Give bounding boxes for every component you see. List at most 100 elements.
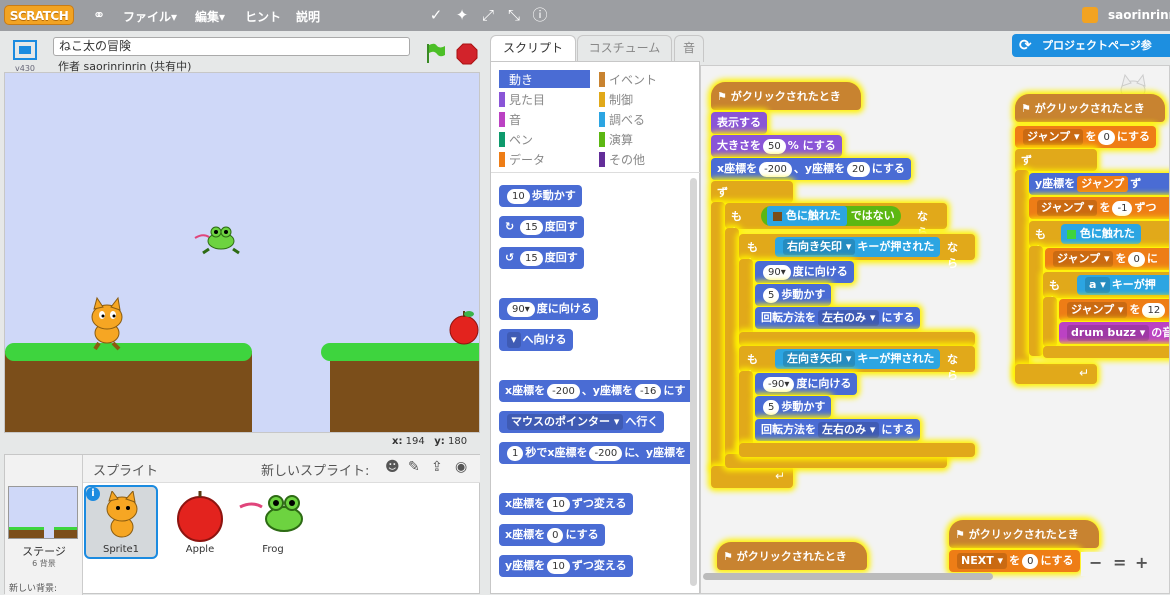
block-set-variable[interactable]: NEXT ▾ を 0 にする bbox=[949, 550, 1080, 572]
tab-scripts[interactable]: スクリプト bbox=[490, 35, 576, 62]
block-show[interactable]: 表示する bbox=[711, 112, 767, 134]
scratch-logo[interactable]: SCRATCH bbox=[4, 5, 74, 25]
new-backdrop-label: 新しい背景: bbox=[9, 584, 58, 594]
when-flag-clicked-hat[interactable]: ⚑ がクリックされたとき bbox=[717, 542, 867, 570]
globe-icon[interactable]: ⚭ bbox=[90, 6, 108, 24]
block-goto-xy[interactable]: x座標を -200 、y座標を -16 にす bbox=[499, 380, 697, 402]
grow-icon[interactable]: ⤢ bbox=[479, 6, 497, 24]
if-foot bbox=[739, 332, 975, 346]
info-icon[interactable]: i bbox=[86, 487, 100, 501]
when-flag-clicked-hat[interactable]: ⚑ がクリックされたとき bbox=[949, 520, 1099, 548]
zoom-in-icon[interactable]: + bbox=[1135, 553, 1148, 572]
help-icon[interactable]: ⓘ bbox=[531, 6, 549, 24]
when-flag-clicked-hat[interactable]: ⚑ がクリックされたとき bbox=[711, 82, 861, 110]
category-more-blocks[interactable]: その他 bbox=[599, 151, 645, 168]
category-sound[interactable]: 音 bbox=[499, 111, 521, 128]
when-flag-clicked-hat[interactable]: ⚑ がクリックされたとき bbox=[1015, 94, 1165, 122]
block-point-direction[interactable]: 90▾ 度に向ける bbox=[499, 298, 598, 320]
block-move[interactable]: 5 歩動かす bbox=[755, 284, 832, 306]
block-set-variable[interactable]: ジャンプ ▾ を 0 にする bbox=[1015, 126, 1156, 148]
green-flag-icon: ⚑ bbox=[955, 528, 965, 541]
stamp-icon[interactable]: ✓ bbox=[427, 6, 445, 24]
block-palette: 動き イベント 見た目 制御 音 調べる ペン 演算 データ その他 10 歩動か… bbox=[490, 61, 701, 594]
about-menu[interactable]: 説明 bbox=[296, 8, 320, 25]
block-point-towards[interactable]: ▾ へ向ける bbox=[499, 329, 573, 351]
sprite-pane: ステージ 6 背景 新しい背景: スプライト 新しいスプライト: ☻ ✎ ⇪ ◉… bbox=[4, 454, 480, 595]
stop-icon[interactable] bbox=[456, 43, 478, 68]
sprite-library-icon[interactable]: ☻ bbox=[385, 459, 400, 475]
upload-sprite-icon[interactable]: ⇪ bbox=[431, 459, 443, 475]
block-set-x[interactable]: x座標を 0 にする bbox=[499, 524, 605, 546]
category-control[interactable]: 制御 bbox=[599, 91, 633, 108]
scissors-icon[interactable]: ✦ bbox=[453, 6, 471, 24]
divider bbox=[491, 172, 701, 173]
scripts-h-scrollbar[interactable] bbox=[703, 573, 993, 580]
username[interactable]: saorinrinrin bbox=[1108, 8, 1170, 22]
y-coord-value: 180 bbox=[448, 436, 468, 447]
key-pressed-sensor[interactable]: 右向き矢印 ▾ キーが押された bbox=[775, 237, 941, 257]
block-move[interactable]: 5 歩動かす bbox=[755, 396, 832, 418]
block-change-y[interactable]: y座標を 10 ずつ変える bbox=[499, 555, 633, 577]
block-set-variable[interactable]: ジャンプ ▾ を 12 bbox=[1059, 299, 1169, 321]
block-change-x[interactable]: x座標を 10 ずつ変える bbox=[499, 493, 633, 515]
block-turn-left[interactable]: ↺ 15 度回す bbox=[499, 247, 584, 269]
camera-icon[interactable]: ◉ bbox=[455, 459, 467, 475]
sprite-name: Apple bbox=[185, 544, 215, 555]
edit-menu[interactable]: 編集▾ bbox=[195, 8, 225, 25]
if-foot bbox=[1043, 346, 1169, 358]
category-motion[interactable]: 動き bbox=[499, 71, 533, 88]
block-goto[interactable]: マウスのポインター ▾ へ行く bbox=[499, 411, 665, 433]
tab-sounds[interactable]: 音 bbox=[674, 35, 704, 62]
sprite-thumb-apple[interactable]: Apple bbox=[165, 487, 235, 557]
stage-canvas[interactable] bbox=[4, 72, 480, 433]
block-glide[interactable]: 1 秒でx座標を -200 に、y座標を bbox=[499, 442, 697, 464]
block-goto-xy[interactable]: x座標を -200 、y座標を 20 にする bbox=[711, 158, 911, 180]
category-operators[interactable]: 演算 bbox=[599, 131, 633, 148]
block-set-variable[interactable]: ジャンプ ▾ を 0 に bbox=[1045, 248, 1169, 270]
scripts-area[interactable]: ⚑ がクリックされたとき 表示する 大きさを 50% にする x座標を -200 、y… bbox=[700, 65, 1170, 594]
frog-thumb-icon bbox=[239, 495, 303, 532]
category-events[interactable]: イベント bbox=[599, 71, 657, 88]
key-pressed-sensor[interactable]: a ▾ キーが押 bbox=[1077, 275, 1169, 295]
block-play-sound[interactable]: drum buzz ▾の音 bbox=[1059, 322, 1169, 344]
block-rotation-style[interactable]: 回転方法を 左右のみ ▾ にする bbox=[755, 307, 921, 329]
x-coord-label: x: bbox=[392, 436, 403, 447]
green-flag-icon: ⚑ bbox=[1021, 102, 1031, 115]
stage-thumbnail[interactable] bbox=[8, 486, 78, 539]
project-title-input[interactable]: ねこ太の冒険 bbox=[53, 37, 410, 56]
category-sensing[interactable]: 調べる bbox=[599, 111, 645, 128]
zoom-out-icon[interactable]: − bbox=[1089, 553, 1102, 572]
tab-costumes[interactable]: コスチューム bbox=[577, 35, 672, 62]
category-pen[interactable]: ペン bbox=[499, 131, 533, 148]
not-operator[interactable]: 色に触れた ではない bbox=[761, 206, 901, 226]
paint-sprite-icon[interactable]: ✎ bbox=[408, 459, 420, 475]
shrink-icon[interactable]: ⤡ bbox=[505, 6, 523, 24]
stage-column: ステージ 6 背景 新しい背景: bbox=[5, 455, 83, 595]
project-page-button[interactable]: ⟳ プロジェクトページ参 bbox=[1012, 34, 1170, 57]
green-flag-icon[interactable] bbox=[424, 42, 446, 67]
file-menu[interactable]: ファイル▾ bbox=[123, 8, 177, 25]
block-turn-right[interactable]: ↻ 15 度回す bbox=[499, 216, 584, 238]
forever-arm bbox=[711, 202, 725, 470]
category-looks[interactable]: 見た目 bbox=[499, 91, 545, 108]
user-avatar-icon[interactable] bbox=[1082, 7, 1098, 23]
stage-scene bbox=[5, 226, 479, 432]
key-pressed-sensor[interactable]: 左向き矢印 ▾ キーが押された bbox=[775, 349, 941, 369]
sprite-thumb-sprite1[interactable]: i Sprite1 bbox=[84, 485, 158, 559]
block-point-direction[interactable]: -90▾ 度に向ける bbox=[755, 373, 858, 395]
category-data[interactable]: データ bbox=[499, 151, 545, 168]
block-move[interactable]: 10 歩動かす bbox=[499, 185, 582, 207]
block-set-size[interactable]: 大きさを 50% にする bbox=[711, 135, 842, 157]
touching-color-sensor[interactable]: 色に触れた bbox=[1061, 224, 1141, 244]
block-rotation-style[interactable]: 回転方法を 左右のみ ▾ にする bbox=[755, 419, 921, 441]
presentation-mode-icon[interactable] bbox=[10, 38, 40, 64]
block-point-direction[interactable]: 90▾ 度に向ける bbox=[755, 261, 854, 283]
sprite-thumb-frog[interactable]: Frog bbox=[238, 487, 308, 557]
cat-sprite bbox=[91, 296, 123, 351]
block-change-variable[interactable]: ジャンプ ▾ を -1 ずつ bbox=[1029, 197, 1169, 219]
zoom-reset-icon[interactable]: = bbox=[1113, 553, 1126, 572]
block-change-y[interactable]: y座標を ジャンプず bbox=[1029, 173, 1169, 195]
sprite-name: Sprite1 bbox=[102, 544, 140, 555]
palette-scrollbar[interactable] bbox=[690, 178, 697, 586]
tips-menu[interactable]: ヒント bbox=[245, 8, 281, 25]
